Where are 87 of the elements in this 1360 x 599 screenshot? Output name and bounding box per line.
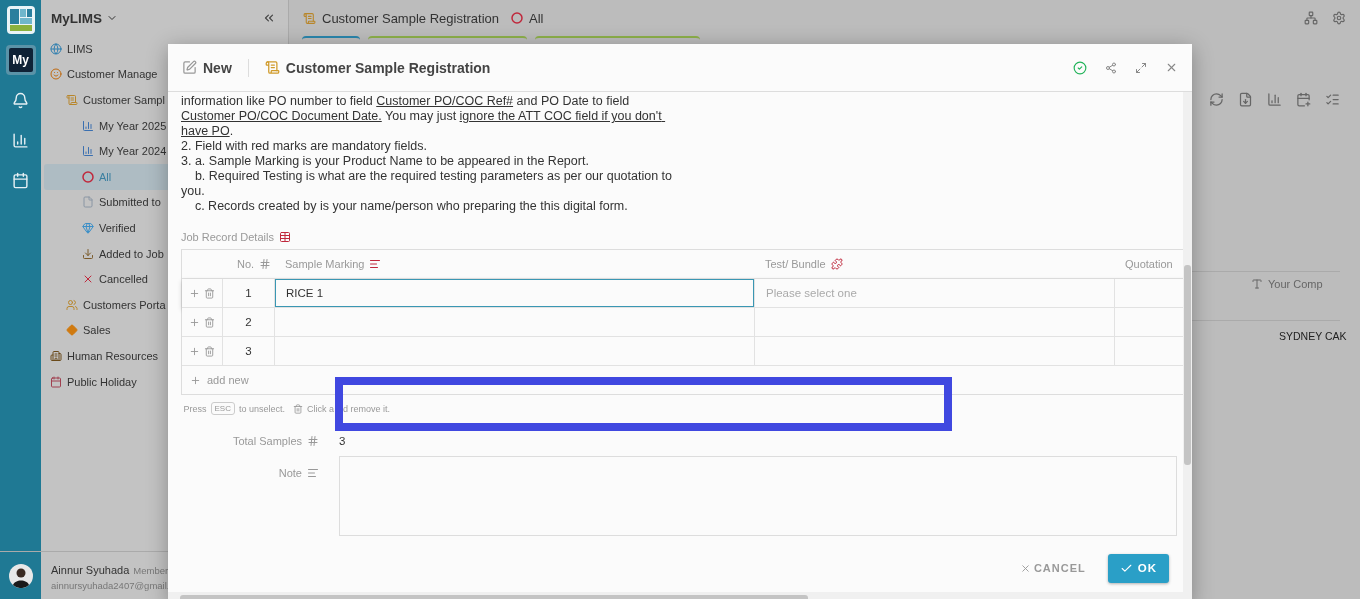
chart-icon xyxy=(82,145,94,158)
column-header: Sample Marking xyxy=(285,258,365,270)
dialog-title: Customer Sample Registration xyxy=(285,59,491,76)
edit-icon xyxy=(182,60,197,75)
settings-icon[interactable] xyxy=(1332,11,1346,25)
scroll-icon xyxy=(66,94,78,106)
user-email: ainnursyuhada2407@gmail. xyxy=(51,580,170,591)
file-download-icon[interactable] xyxy=(1238,92,1253,107)
field-label: Note xyxy=(278,467,302,479)
table-cell: SYDNEY CAK xyxy=(1279,330,1347,343)
table-icon xyxy=(278,231,291,243)
hierarchy-icon[interactable] xyxy=(1304,11,1318,25)
app-logo xyxy=(6,6,35,34)
globe-icon xyxy=(50,42,62,55)
total-samples-value: 3 xyxy=(339,434,347,447)
circle-icon xyxy=(82,170,94,183)
trash-icon[interactable] xyxy=(204,287,215,299)
plus-icon xyxy=(190,374,201,386)
refresh-icon[interactable] xyxy=(1209,92,1224,107)
text-type-icon xyxy=(1251,278,1263,290)
column-header: No. xyxy=(236,258,255,270)
check-circle-icon[interactable] xyxy=(1073,60,1087,75)
people-icon xyxy=(66,298,78,311)
scroll-icon xyxy=(303,11,316,25)
checklist-icon[interactable] xyxy=(1325,92,1340,107)
scroll-icon xyxy=(264,60,280,75)
smiley-icon xyxy=(50,68,62,81)
page-title: Customer Sample Registration xyxy=(322,10,500,26)
note-field[interactable] xyxy=(339,456,1177,536)
instruction-text: c. Records created by is your name/person who preparing the this digital form. xyxy=(193,199,629,214)
hint-text: to unselect. xyxy=(238,403,285,414)
text-lines-icon xyxy=(369,258,382,270)
diamond-icon xyxy=(66,324,78,337)
expand-icon[interactable] xyxy=(1135,61,1147,74)
section-title: Job Record Details xyxy=(181,231,274,243)
vertical-scrollbar[interactable] xyxy=(1183,92,1192,592)
hash-icon xyxy=(259,258,272,270)
bell-icon[interactable] xyxy=(12,91,29,109)
table-row[interactable]: 2 xyxy=(182,308,1183,337)
calendar-add-icon[interactable] xyxy=(1296,92,1311,107)
calendar-icon xyxy=(50,375,62,388)
add-icon[interactable] xyxy=(189,287,200,299)
collapse-icon[interactable] xyxy=(262,11,276,25)
test-bundle-select[interactable]: Please select one xyxy=(755,279,1114,307)
calendar-icon[interactable] xyxy=(12,171,29,189)
row-number: 3 xyxy=(245,345,252,357)
column-header: Quotation xyxy=(1125,258,1173,270)
workspace-menu[interactable]: MyLIMS xyxy=(51,10,118,26)
sample-marking-field[interactable]: RICE 1 xyxy=(275,279,754,307)
column-header: Your Comp xyxy=(1268,278,1323,292)
row-number: 2 xyxy=(245,316,252,328)
user-name: Ainnur Syuhada xyxy=(51,564,130,576)
building-icon xyxy=(50,349,62,362)
avatar[interactable] xyxy=(9,563,33,588)
add-icon[interactable] xyxy=(189,345,200,357)
row-number: 1 xyxy=(245,287,252,299)
hash-icon xyxy=(307,435,319,447)
field-label: Total Samples xyxy=(232,435,302,447)
hint-text: Click a xyxy=(307,403,334,414)
my-workspace-icon[interactable]: My xyxy=(8,48,33,72)
document-icon xyxy=(82,196,94,209)
table-row[interactable]: 3 xyxy=(182,337,1183,366)
puzzle-icon xyxy=(830,258,843,270)
add-icon[interactable] xyxy=(189,316,200,328)
hint-text: d remove it. xyxy=(343,403,391,414)
filter-label: All xyxy=(529,10,544,26)
esc-key: ESC xyxy=(210,402,235,415)
download-icon xyxy=(82,247,94,260)
close-icon[interactable] xyxy=(1165,61,1178,74)
trash-icon[interactable] xyxy=(204,345,215,357)
chart-icon[interactable] xyxy=(1267,92,1282,107)
trash-icon xyxy=(293,403,303,414)
dialog-mode: New xyxy=(203,59,232,76)
chart-icon xyxy=(82,119,94,132)
instruction-text: 2. Field with red marks are mandatory fields. xyxy=(181,139,428,154)
table-row[interactable]: 1 RICE 1 Please select one xyxy=(182,279,1183,308)
circle-icon xyxy=(511,12,524,24)
trash-icon[interactable] xyxy=(204,316,215,328)
gem-icon xyxy=(82,221,94,234)
user-role: Member xyxy=(133,565,169,576)
text-lines-icon xyxy=(307,467,319,479)
share-icon[interactable] xyxy=(1105,61,1117,74)
column-header: Test/ Bundle xyxy=(765,258,826,270)
close-icon xyxy=(1019,562,1031,574)
instruction-text: information like PO number to field Customer PO/COC Ref# and PO Date to field Customer PO/COC Document Date. You may just ignore the ATT COC field if you don't have PO. xyxy=(181,94,663,139)
hint-text: Press xyxy=(183,403,207,414)
sidebar-item[interactable]: LIMS xyxy=(44,36,285,62)
